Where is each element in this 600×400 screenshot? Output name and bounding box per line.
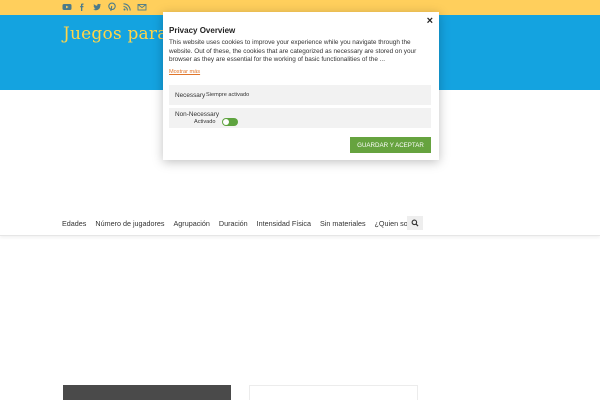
nav-item-numero-de-jugadores[interactable]: Número de jugadores: [95, 219, 164, 228]
post-card[interactable]: [249, 385, 418, 400]
nav-item-intensidad-fisica[interactable]: Intensidad Física: [257, 219, 311, 228]
category-status: Siempre activado: [206, 92, 250, 98]
youtube-icon[interactable]: [62, 2, 72, 12]
twitter-icon[interactable]: [92, 2, 102, 12]
search-icon: [411, 219, 419, 227]
nav-item-duracion[interactable]: Duración: [219, 219, 248, 228]
email-icon[interactable]: [137, 2, 147, 12]
save-and-accept-button[interactable]: GUARDAR Y ACEPTAR: [350, 137, 431, 153]
nav-item-agrupacion[interactable]: Agrupación: [174, 219, 210, 228]
main-nav: Edades Número de jugadores Agrupación Du…: [0, 210, 600, 236]
pinterest-icon[interactable]: [107, 2, 117, 12]
close-icon[interactable]: ×: [427, 15, 433, 27]
modal-title: Privacy Overview: [169, 26, 236, 35]
nav-search-button[interactable]: [407, 216, 423, 230]
category-label: Necessary: [175, 92, 206, 99]
show-more-link[interactable]: Mostrar más: [169, 69, 200, 75]
nav-item-edades[interactable]: Edades: [62, 219, 86, 228]
post-thumbnail[interactable]: [63, 385, 231, 400]
privacy-overview-modal: × Privacy Overview This website uses coo…: [163, 12, 439, 160]
non-necessary-toggle[interactable]: [222, 118, 238, 126]
cookie-category-necessary[interactable]: Necessary Siempre activado: [169, 85, 431, 105]
page: Juegos para n Edades Número de jugadores…: [0, 0, 600, 400]
facebook-icon[interactable]: [77, 2, 87, 12]
toggle-knob: [223, 119, 229, 125]
nav-items: Edades Número de jugadores Agrupación Du…: [62, 219, 424, 228]
modal-description: This website uses cookies to improve you…: [169, 39, 417, 63]
social-links: [62, 2, 147, 12]
nav-item-sin-materiales[interactable]: Sin materiales: [320, 219, 366, 228]
rss-icon[interactable]: [122, 2, 132, 12]
cookie-category-non-necessary[interactable]: Non-Necessary Activado: [169, 108, 431, 128]
category-status: Activado: [194, 119, 216, 125]
category-label: Non-Necessary: [175, 111, 220, 118]
